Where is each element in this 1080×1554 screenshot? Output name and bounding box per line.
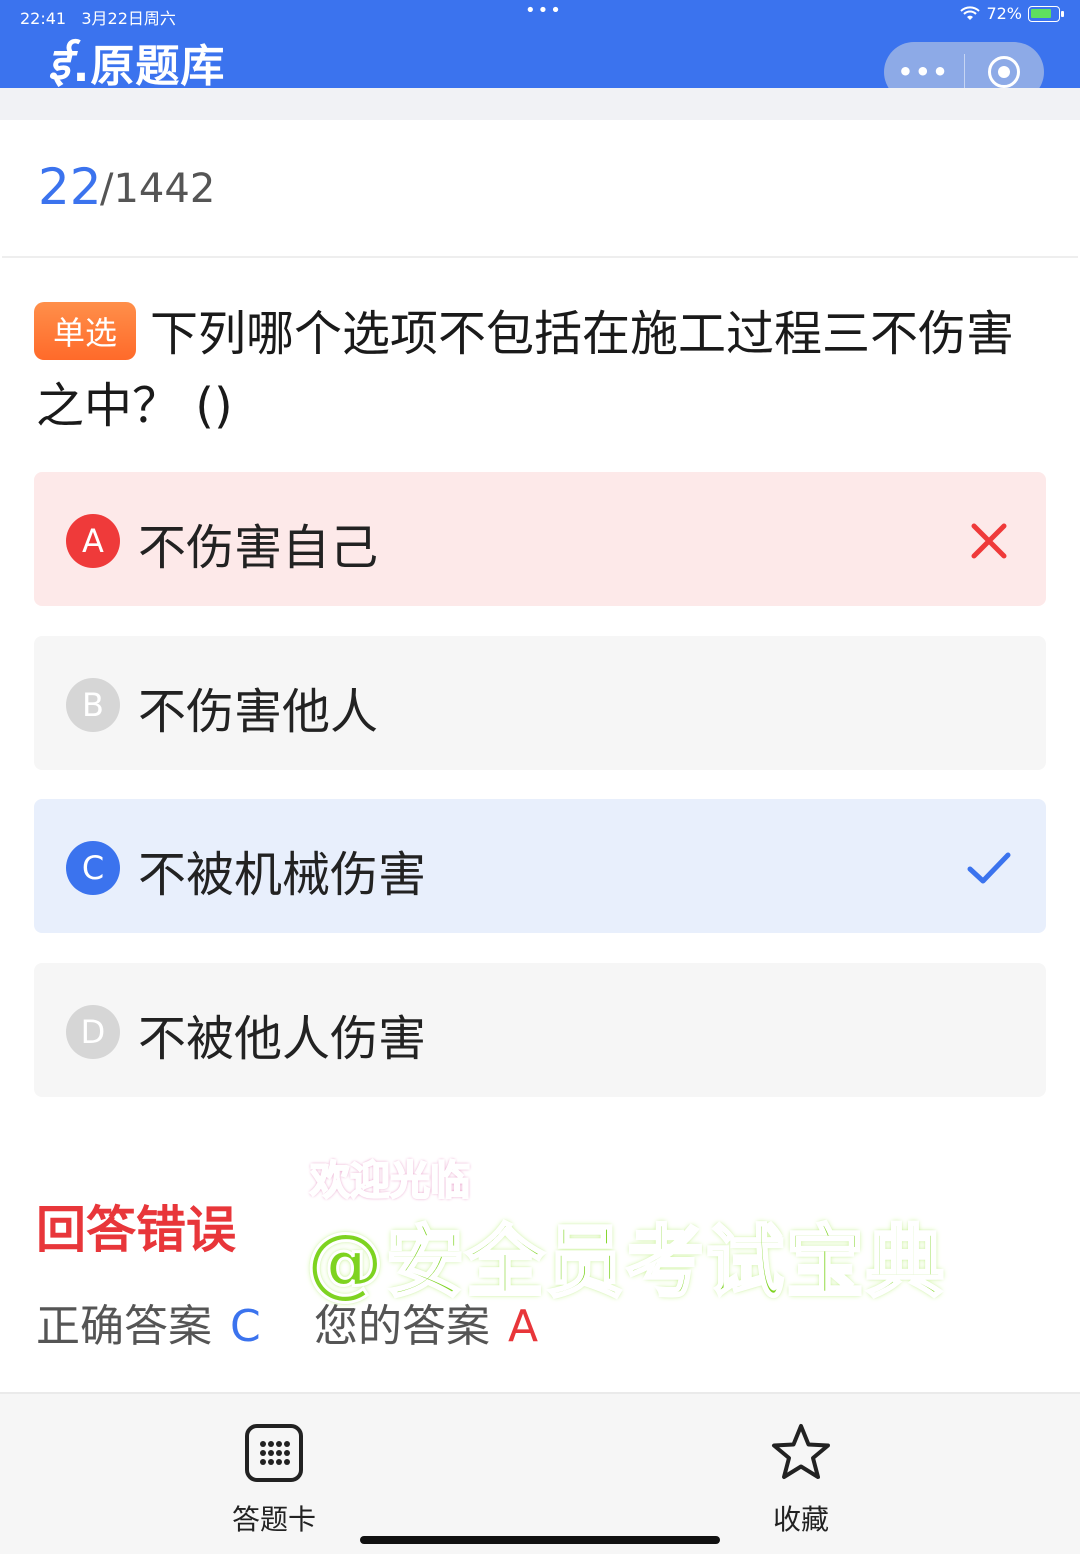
favorite-button[interactable]: 收藏 (770, 1422, 832, 1538)
correct-answer: 正确答案 C (36, 1290, 261, 1354)
current-question-number: 22 (38, 158, 102, 216)
question-progress: 22 /1442 (2, 120, 1078, 258)
option-d[interactable]: D 不被他人伤害 (34, 963, 1046, 1097)
status-dots: ••• (525, 0, 563, 21)
correct-answer-value: C (230, 1301, 261, 1352)
answer-card-label: 答题卡 (232, 1503, 317, 1536)
app-title: ई .原题库 (48, 30, 225, 94)
app-title-text: .原题库 (72, 41, 226, 92)
option-text: 不被机械伤害 (138, 847, 427, 903)
option-text: 不被他人伤害 (138, 1011, 427, 1067)
home-indicator[interactable] (360, 1536, 720, 1544)
app-logo-icon: ई (48, 39, 71, 90)
watermark-welcome: 欢迎光临 (309, 1157, 471, 1205)
header: 22:41 3月22日周六 ••• 72% ई .原题库 ••• (0, 0, 1080, 102)
star-icon (772, 1424, 830, 1479)
check-icon (967, 852, 1011, 884)
question-text: 下列哪个选项不包括在施工过程三不伤害之中？ () (36, 306, 1015, 434)
header-spacer (0, 88, 1080, 120)
option-c[interactable]: C 不被机械伤害 (34, 799, 1046, 933)
grid-icon (245, 1424, 303, 1482)
more-menu-button[interactable]: ••• (884, 58, 964, 86)
status-time: 22:41 3月22日周六 (20, 5, 176, 29)
option-text: 不伤害自己 (138, 520, 379, 576)
favorite-label: 收藏 (772, 1503, 829, 1536)
status-right: 72% (960, 4, 1064, 23)
option-letter: C (66, 841, 120, 895)
target-icon (988, 56, 1021, 88)
option-text: 不伤害他人 (138, 684, 379, 740)
option-letter: A (66, 514, 120, 568)
result-title: 回答错误 (36, 1201, 236, 1259)
battery-percent: 72% (986, 4, 1022, 23)
answer-card-button[interactable]: 答题卡 (232, 1422, 316, 1538)
status-clock: 22:41 (20, 9, 67, 28)
watermark-channel: @安全员考试宝典 (304, 1217, 947, 1310)
close-miniprogram-button[interactable] (965, 56, 1045, 88)
question-type-tag: 单选 (34, 302, 136, 360)
option-a[interactable]: A 不伤害自己 (34, 472, 1046, 606)
cross-icon (971, 523, 1007, 559)
option-letter: B (66, 678, 120, 732)
option-b[interactable]: B 不伤害他人 (34, 636, 1046, 770)
status-date: 3月22日周六 (81, 9, 176, 28)
correct-answer-label: 正确答案 (36, 1301, 212, 1352)
battery-icon (1028, 5, 1064, 22)
wifi-icon (960, 5, 981, 20)
total-question-count: /1442 (100, 166, 216, 212)
bottom-toolbar: 答题卡 收藏 (0, 1392, 1080, 1554)
option-letter: D (66, 1005, 120, 1059)
